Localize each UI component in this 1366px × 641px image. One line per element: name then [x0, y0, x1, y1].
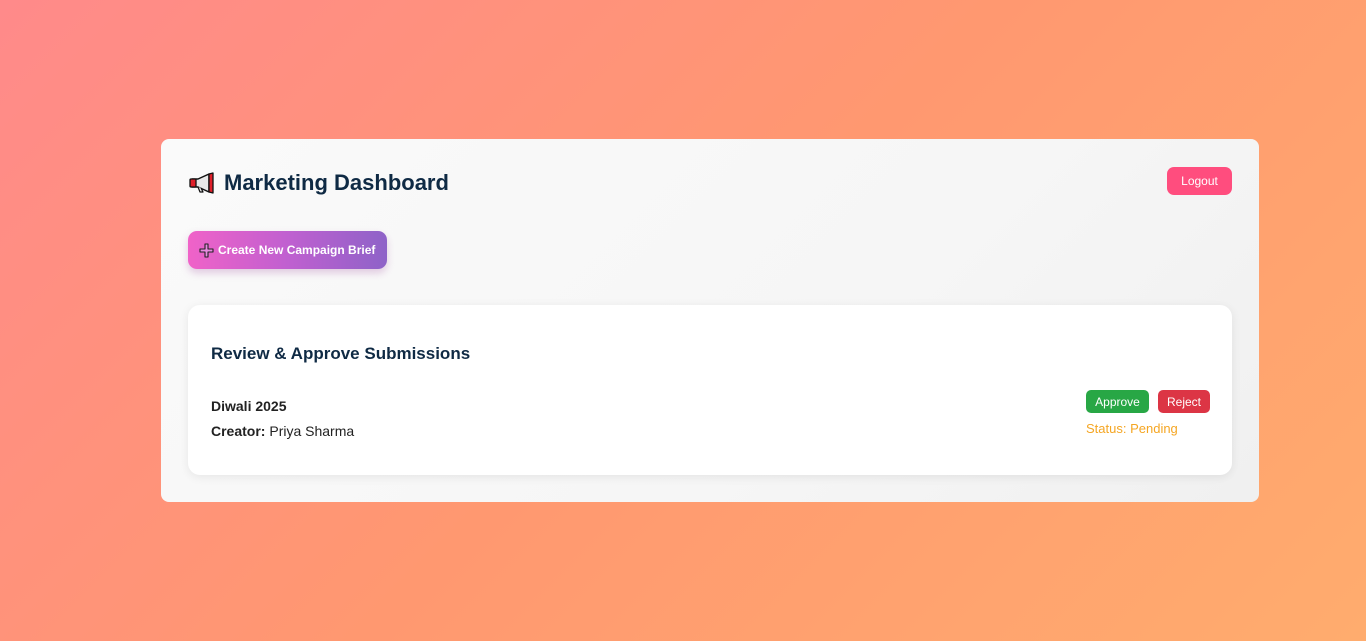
status-badge: Status: Pending	[1086, 421, 1178, 436]
submission-creator: Creator: Priya Sharma	[211, 423, 354, 439]
approve-button[interactable]: Approve	[1086, 390, 1149, 413]
reject-button[interactable]: Reject	[1158, 390, 1210, 413]
page-title-text: Marketing Dashboard	[224, 170, 449, 195]
dashboard-panel: Marketing Dashboard Logout Create New Ca…	[161, 139, 1259, 502]
logout-button[interactable]: Logout	[1167, 167, 1232, 195]
create-campaign-brief-label: Create New Campaign Brief	[218, 243, 376, 257]
page-title: Marketing Dashboard	[189, 170, 449, 196]
create-campaign-brief-button[interactable]: Create New Campaign Brief	[188, 231, 387, 269]
review-card: Review & Approve Submissions Diwali 2025…	[188, 305, 1232, 475]
review-section-title: Review & Approve Submissions	[211, 344, 471, 363]
plus-icon	[199, 242, 214, 258]
megaphone-icon	[189, 172, 216, 194]
creator-name: Priya Sharma	[269, 423, 355, 439]
creator-label: Creator:	[211, 423, 266, 439]
submission-name: Diwali 2025	[211, 398, 287, 414]
submission-actions: Approve Reject	[1086, 390, 1210, 413]
dashboard-header: Marketing Dashboard Logout	[189, 167, 1232, 197]
